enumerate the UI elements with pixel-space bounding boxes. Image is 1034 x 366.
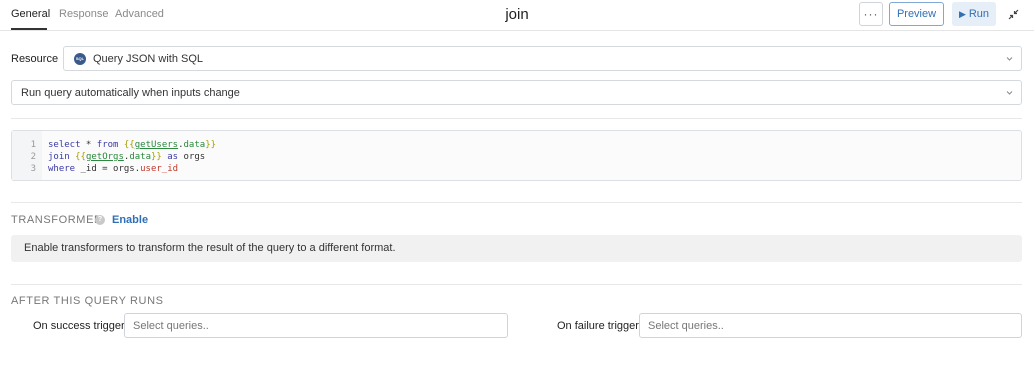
trigger-mode-select[interactable]: Run query automatically when inputs chan… [11, 80, 1022, 105]
code-token: orgs [178, 152, 206, 162]
failure-trigger-input[interactable]: Select queries.. [639, 313, 1022, 338]
sql-badge-icon: SQL [74, 53, 86, 65]
preview-button[interactable]: Preview [889, 2, 944, 26]
divider [11, 202, 1022, 203]
chevron-down-icon [1006, 57, 1013, 61]
code-text: select * from {{getUsers.data}} [48, 139, 216, 151]
code-token: data [129, 152, 151, 162]
active-tab-indicator [11, 28, 47, 30]
code-token: {{ [123, 140, 135, 150]
after-query-section-title: AFTER THIS QUERY RUNS [11, 295, 164, 307]
play-icon: ▶ [958, 8, 966, 19]
trigger-mode-value: Run query automatically when inputs chan… [21, 87, 240, 99]
code-token: from [96, 140, 119, 150]
success-trigger-label: On success trigger [33, 320, 125, 332]
code-text: where _id = orgs.user_id [48, 163, 178, 175]
divider [11, 118, 1022, 119]
more-options-button[interactable]: ··· [859, 2, 883, 26]
code-text: join {{getOrgs.data}} as orgs [48, 151, 205, 163]
success-trigger-placeholder: Select queries.. [133, 320, 209, 332]
divider [11, 284, 1022, 285]
code-token: where [48, 164, 76, 174]
line-number: 2 [30, 152, 36, 162]
collapse-arrows-icon[interactable] [1008, 9, 1019, 20]
success-trigger-input[interactable]: Select queries.. [124, 313, 508, 338]
failure-trigger-label: On failure trigger [557, 320, 639, 332]
run-button[interactable]: ▶ Run [952, 2, 996, 26]
chevron-down-icon [1006, 91, 1013, 95]
code-token: }} [151, 152, 162, 162]
resource-value: Query JSON with SQL [93, 53, 204, 65]
code-token: getUsers [134, 140, 179, 150]
resource-select[interactable]: SQL Query JSON with SQL [63, 46, 1022, 71]
sql-code-editor[interactable]: 1 select * from {{getUsers.data}} 2 join {{… [11, 130, 1022, 181]
resource-label: Resource [11, 53, 59, 65]
line-number: 3 [30, 164, 36, 174]
query-header: General Response Advanced join ··· Previ… [0, 0, 1034, 31]
enable-transformer-link[interactable]: Enable [112, 214, 148, 226]
transformer-info-text: Enable transformers to transform the res… [24, 242, 396, 254]
code-token: data [183, 140, 206, 150]
code-token: }} [205, 140, 217, 150]
help-circle-icon[interactable]: ? [95, 215, 105, 225]
code-token: as [167, 152, 179, 162]
transformer-info-box: Enable transformers to transform the res… [11, 235, 1022, 262]
code-token: getOrgs [85, 152, 124, 162]
transformer-section-title: TRANSFORMER [11, 214, 103, 226]
code-token: * [80, 140, 97, 150]
code-token: select [48, 140, 81, 150]
run-button-label: Run [968, 8, 990, 20]
code-token: {{ [75, 152, 86, 162]
code-token: user_id [140, 164, 179, 174]
code-token: join [48, 152, 70, 162]
code-token: _id = orgs. [75, 164, 141, 174]
failure-trigger-placeholder: Select queries.. [648, 320, 724, 332]
line-number: 1 [30, 140, 36, 150]
